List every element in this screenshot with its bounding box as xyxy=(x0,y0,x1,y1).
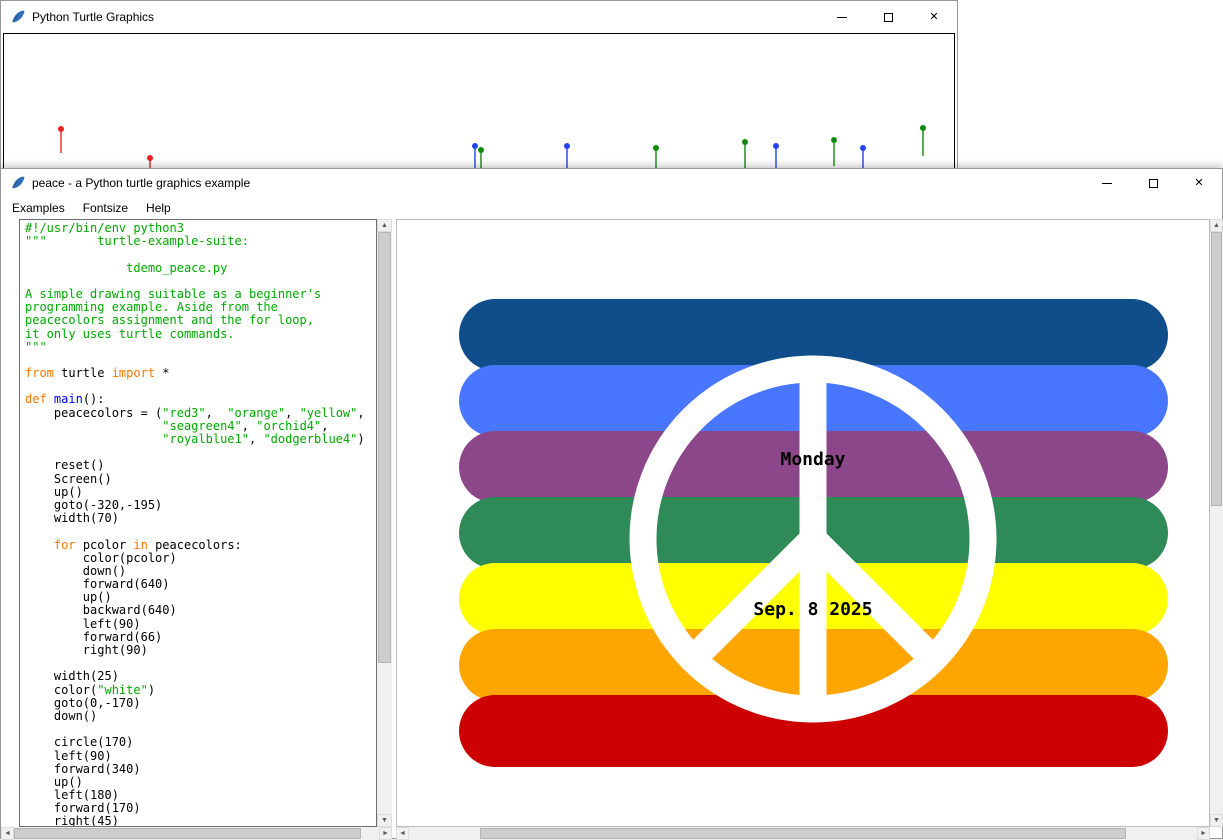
pin xyxy=(742,139,748,168)
code-line: "royalblue1", "dodgerblue4") xyxy=(25,433,376,446)
bg-minimize-button[interactable] xyxy=(819,1,865,33)
pin xyxy=(860,145,866,168)
code-vscroll-thumb[interactable] xyxy=(378,232,391,663)
fg-minimize-button[interactable] xyxy=(1084,169,1130,197)
menu-examples[interactable]: Examples xyxy=(3,198,74,218)
canvas-vscroll-thumb[interactable] xyxy=(1211,232,1222,506)
fg-close-button[interactable]: ✕ xyxy=(1176,169,1222,197)
pin xyxy=(564,143,570,168)
canvas-vscrollbar[interactable]: ▲ ▼ xyxy=(1210,219,1223,827)
code-line: width(70) xyxy=(25,512,376,525)
fg-window-title: peace - a Python turtle graphics example xyxy=(32,176,250,190)
bg-titlebar: Python Turtle Graphics ✕ xyxy=(1,1,957,33)
weekday-label: Monday xyxy=(780,449,845,470)
scroll-down-icon[interactable]: ▼ xyxy=(377,814,392,827)
pin xyxy=(478,147,484,168)
pin xyxy=(58,126,64,153)
scroll-left-icon[interactable]: ◄ xyxy=(396,827,409,840)
pin xyxy=(920,125,926,156)
fg-maximize-button[interactable] xyxy=(1130,169,1176,197)
peace-canvas[interactable]: Monday Sep. 8 2025 xyxy=(396,219,1210,827)
scroll-up-icon[interactable]: ▲ xyxy=(1210,219,1223,232)
code-vscroll-track[interactable] xyxy=(377,232,392,814)
canvas-vscroll-track[interactable] xyxy=(1210,232,1223,814)
maximize-icon xyxy=(1149,179,1158,188)
peace-demo-window: peace - a Python turtle graphics example… xyxy=(0,168,1223,839)
canvas-hscroll-track[interactable] xyxy=(409,827,1197,840)
pin xyxy=(773,143,779,168)
code-hscroll-thumb[interactable] xyxy=(14,828,361,839)
code-line: down() xyxy=(25,710,376,723)
canvas-hscroll-thumb[interactable] xyxy=(480,828,1126,839)
pin xyxy=(472,143,478,168)
code-hscrollbar[interactable]: ◄ ► xyxy=(1,827,392,840)
minimize-icon xyxy=(837,17,847,18)
code-line: """ turtle-example-suite: xyxy=(25,235,376,248)
close-icon: ✕ xyxy=(1194,178,1203,189)
tk-feather-icon[interactable] xyxy=(10,175,26,191)
code-line: tdemo_peace.py xyxy=(25,262,376,275)
fg-window-controls: ✕ xyxy=(1084,169,1222,197)
bg-window-controls: ✕ xyxy=(819,1,957,33)
pin xyxy=(831,137,837,166)
close-icon: ✕ xyxy=(929,12,938,23)
pin xyxy=(653,145,659,168)
code-hscroll-track[interactable] xyxy=(14,827,379,840)
minimize-icon xyxy=(1102,183,1112,184)
bg-window-title: Python Turtle Graphics xyxy=(32,10,154,24)
code-line: right(90) xyxy=(25,644,376,657)
fg-titlebar: peace - a Python turtle graphics example… xyxy=(1,169,1222,197)
tk-feather-icon[interactable] xyxy=(10,9,26,25)
maximize-icon xyxy=(884,13,893,22)
scroll-left-icon[interactable]: ◄ xyxy=(1,827,14,840)
code-line: right(45) xyxy=(25,815,376,827)
scroll-right-icon[interactable]: ► xyxy=(379,827,392,840)
scroll-up-icon[interactable]: ▲ xyxy=(377,219,392,232)
scroll-down-icon[interactable]: ▼ xyxy=(1210,814,1223,827)
code-vscrollbar[interactable]: ▲ ▼ xyxy=(377,219,392,827)
code-line: """ xyxy=(25,341,376,354)
scroll-right-icon[interactable]: ► xyxy=(1197,827,1210,840)
menubar: Examples Fontsize Help xyxy=(1,197,1222,219)
bg-close-button[interactable]: ✕ xyxy=(911,1,957,33)
date-label: Sep. 8 2025 xyxy=(753,599,872,620)
menu-help[interactable]: Help xyxy=(137,198,180,218)
code-pane[interactable]: #!/usr/bin/env python3""" turtle-example… xyxy=(19,219,377,827)
peace-symbol xyxy=(613,339,1013,739)
canvas-hscrollbar[interactable]: ◄ ► xyxy=(396,827,1210,840)
fg-content: #!/usr/bin/env python3""" turtle-example… xyxy=(1,219,1222,838)
bg-maximize-button[interactable] xyxy=(865,1,911,33)
menu-fontsize[interactable]: Fontsize xyxy=(74,198,137,218)
code-line: it only uses turtle commands. xyxy=(25,328,376,341)
code-line: from turtle import * xyxy=(25,367,376,380)
